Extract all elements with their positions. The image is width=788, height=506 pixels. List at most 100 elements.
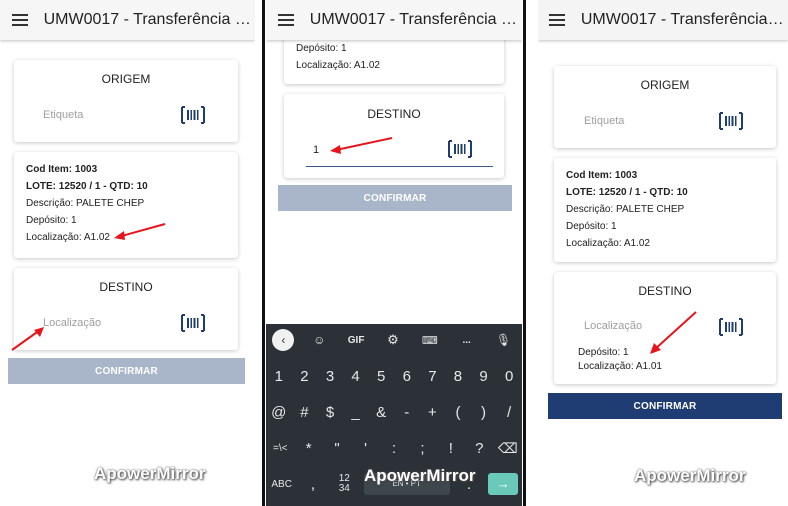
origem-card: ORIGEM Etiqueta (14, 60, 238, 142)
key[interactable]: ) (472, 404, 496, 421)
keyboard-row-symbols: @ # $ _ & - + ( ) / (266, 400, 522, 424)
confirm-button[interactable]: CONFIRMAR (278, 185, 512, 211)
sticker-icon[interactable]: ☺ (307, 333, 331, 347)
item-info-card: Cod Item: 1003 LOTE: 12520 / 1 - QTD: 10… (554, 158, 776, 262)
key[interactable]: 9 (472, 368, 496, 385)
backspace-icon[interactable]: ⌫ (496, 440, 520, 457)
destino-title: DESTINO (99, 280, 153, 294)
screen-right: UMW0017 - Transferência d... ORIGEM Etiq… (538, 0, 788, 506)
key[interactable]: ( (446, 404, 470, 421)
input-underline (306, 166, 493, 167)
key[interactable]: : (382, 440, 406, 457)
key[interactable]: ' (354, 440, 378, 457)
app-title: UMW0017 - Transferência d... (43, 11, 255, 28)
watermark: ApowerMirror (364, 466, 476, 485)
key[interactable]: " (325, 440, 349, 457)
localizacao-input[interactable]: Localização (584, 320, 642, 332)
localizacao-input[interactable]: 1 (313, 144, 319, 156)
key[interactable]: 0 (497, 368, 521, 385)
key[interactable]: # (292, 404, 316, 421)
gif-button[interactable]: GIF (344, 335, 368, 346)
keyboard-row-symbols-2: =\< * " ' : ; ! ? ⌫ (266, 436, 522, 460)
menu-icon[interactable] (266, 14, 306, 26)
key[interactable]: - (395, 404, 419, 421)
watermark: ApowerMirror (94, 464, 206, 483)
origem-title: ORIGEM (101, 72, 151, 86)
annotation-arrow (114, 223, 166, 240)
etiqueta-input[interactable]: Etiqueta (43, 109, 83, 121)
descricao: Descrição: PALETE CHEP (26, 198, 145, 209)
destino-title: DESTINO (638, 284, 692, 298)
barcode-icon[interactable] (719, 112, 743, 130)
destino-localizacao: Localização: A1.01 (578, 361, 662, 372)
key[interactable]: & (369, 404, 393, 421)
app-title: UMW0017 - Transferência d... (309, 11, 522, 28)
panel-divider (262, 0, 265, 506)
key[interactable]: 8 (446, 368, 470, 385)
descricao: Descrição: PALETE CHEP (566, 204, 685, 215)
key[interactable]: 4 (344, 368, 368, 385)
key[interactable]: ? (467, 440, 491, 457)
keyboard-row-numbers: 1 2 3 4 5 6 7 8 9 0 (266, 364, 522, 388)
confirm-button[interactable]: CONFIRMAR (548, 393, 782, 419)
destino-deposito: Depósito: 1 (578, 347, 629, 358)
app-bar: UMW0017 - Transferência d... (266, 0, 522, 40)
annotation-arrow (330, 137, 393, 154)
key[interactable]: ; (410, 440, 434, 457)
deposito: Depósito: 1 (26, 215, 77, 226)
fraction-key[interactable]: 12 34 (332, 474, 356, 494)
screen-left: UMW0017 - Transferência d... ORIGEM Etiq… (0, 0, 255, 506)
key[interactable]: 3 (318, 368, 342, 385)
screen-middle: UMW0017 - Transferência d... Depósito: 1… (266, 0, 522, 506)
confirm-button[interactable]: CONFIRMAR (8, 358, 245, 384)
more-button[interactable]: ... (455, 335, 479, 346)
deposito: Depósito: 1 (296, 43, 347, 54)
key[interactable]: 2 (292, 368, 316, 385)
mic-icon[interactable]: 🎙 (491, 333, 515, 347)
cod-item: Cod Item: 1003 (566, 170, 638, 181)
back-icon[interactable]: ‹ (272, 329, 295, 351)
key[interactable]: $ (318, 404, 342, 421)
barcode-icon[interactable] (719, 318, 743, 336)
translate-icon[interactable]: ⌨ (418, 334, 442, 347)
app-title: UMW0017 - Transferência d... (580, 11, 788, 28)
etiqueta-input[interactable]: Etiqueta (584, 115, 624, 127)
app-bar: UMW0017 - Transferência d... (538, 0, 788, 40)
barcode-icon[interactable] (181, 106, 205, 124)
annotation-arrow (11, 327, 44, 351)
key[interactable]: * (297, 440, 321, 457)
destino-title: DESTINO (367, 107, 421, 121)
lote: LOTE: 12520 / 1 - QTD: 10 (566, 187, 688, 198)
lote: LOTE: 12520 / 1 - QTD: 10 (26, 181, 148, 192)
localizacao-input[interactable]: Localização (43, 317, 101, 329)
key[interactable]: + (420, 404, 444, 421)
origem-card: ORIGEM Etiqueta (554, 66, 776, 148)
watermark: ApowerMirror (634, 466, 746, 485)
key[interactable]: _ (344, 404, 368, 421)
key[interactable]: ! (439, 440, 463, 457)
key[interactable]: 5 (369, 368, 393, 385)
gear-icon[interactable]: ⚙ (381, 332, 405, 348)
origem-title: ORIGEM (640, 78, 690, 92)
panel-divider (523, 0, 526, 506)
app-bar: UMW0017 - Transferência d... (0, 0, 255, 40)
localizacao: Localização: A1.02 (566, 238, 650, 249)
enter-icon[interactable]: → (488, 473, 519, 495)
menu-icon[interactable] (538, 14, 577, 26)
localizacao: Localização: A1.02 (296, 60, 380, 71)
key[interactable]: 1 (267, 368, 291, 385)
key[interactable]: / (497, 404, 521, 421)
key[interactable]: @ (267, 404, 291, 421)
menu-icon[interactable] (0, 14, 40, 26)
key[interactable]: 7 (420, 368, 444, 385)
cod-item: Cod Item: 1003 (26, 164, 98, 175)
key[interactable]: =\< (268, 443, 292, 454)
abc-key[interactable]: ABC (270, 479, 294, 490)
key[interactable]: 6 (395, 368, 419, 385)
keyboard-toolbar: ‹ ☺ GIF ⚙ ⌨ ... 🎙 (266, 329, 522, 351)
barcode-icon[interactable] (181, 314, 205, 332)
barcode-icon[interactable] (448, 140, 472, 158)
localizacao: Localização: A1.02 (26, 232, 110, 243)
key[interactable]: , (301, 476, 325, 493)
deposito: Depósito: 1 (566, 221, 617, 232)
